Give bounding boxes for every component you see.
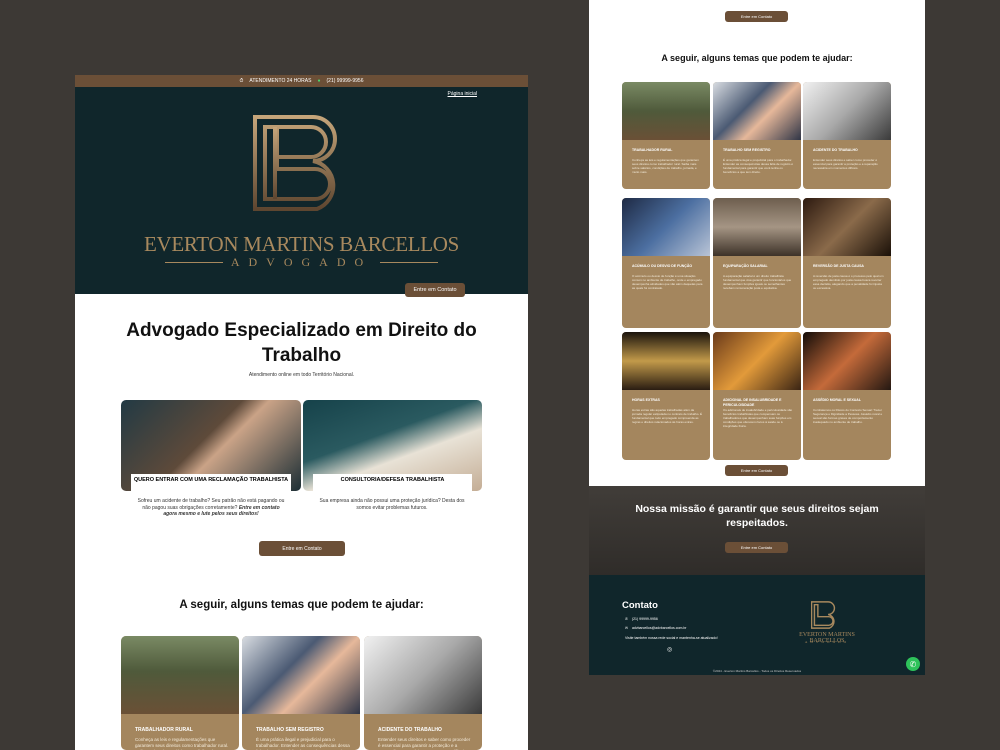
topic-image [713,332,801,390]
mission-banner: Nossa missão é garantir que seus direito… [589,486,925,576]
topic-title: TRABALHO SEM REGISTRO [256,727,324,733]
topic-card[interactable]: ADICIONAL DE INSALUBRIDADE E PERICULOSID… [713,332,801,460]
hours-text: ATENDIMENTO 24 HORAS [249,78,312,84]
topic-title: HORAS EXTRAS [632,398,660,402]
topic-card[interactable]: ASSÉDIO MORAL E SEXUAL Combatemos os Risc… [803,332,891,460]
topic-title: TRABALHO SEM REGISTRO [723,148,771,152]
topic-card[interactable]: TRABALHADOR RURAL Conheça as leis e regu… [121,636,239,750]
nav-home-link[interactable]: Página inicial [448,91,477,97]
hero-contact-button[interactable]: Entre em Contato [405,283,465,297]
topic-text: Os adicionais de insalubridade e pericul… [723,408,793,428]
topic-card[interactable]: REVERSÃO DE JUSTA CAUSA A reversão de jus… [803,198,891,328]
topic-title: REVERSÃO DE JUSTA CAUSA [813,264,864,268]
topics-heading: A seguir, alguns temas que podem te ajud… [661,53,853,63]
stethoscope-image [364,636,482,714]
office-image [242,636,360,714]
topic-card[interactable]: ACÚMULO OU DESVIO DE FUNÇÃO O acúmulo ou … [622,198,710,328]
mission-text: Nossa missão é garantir que seus direito… [635,503,879,529]
top-info-bar: ⏱ ATENDIMENTO 24 HORAS ● (21) 99999-9956 [75,75,528,87]
topic-title: ACIDENTE DO TRABALHO [813,148,858,152]
social-note: Visite também nossa rede social e manten… [625,636,718,640]
topic-image [803,198,891,256]
topic-text: A equiparação salarial é um direito trab… [723,274,792,290]
contact-button[interactable]: Entre em Contato [725,465,788,476]
brand-role: ADVOGADO [230,255,373,269]
topic-card[interactable]: ACIDENTE DO TRABALHO Entender seus direi… [364,636,482,750]
footer-role: ADVOGADO [804,640,850,644]
instagram-icon[interactable]: ◎ [667,646,672,653]
topic-text: Conheça as leis e regulamentações que ga… [632,158,700,174]
topic-text: Entender seus direitos e saber como proc… [813,158,878,170]
contact-title: Contato [622,600,658,611]
topic-card[interactable]: ACIDENTE DO TRABALHO Entender seus direit… [803,82,891,189]
topic-image [713,198,801,256]
hero-banner: Página inicial EVERTON MARTINS BARCELLOS… [75,87,528,297]
topic-text: O acúmulo ou desvio de função é uma situ… [632,274,703,290]
topic-text: É uma prática ilegal e prejudicial para … [256,737,350,750]
logo-b-icon [253,115,337,211]
clock-icon: ⏱ [239,78,244,84]
landing-page-bottom: Entre em Contato A seguir, alguns temas … [589,0,925,675]
divider [380,262,439,263]
contact-email[interactable]: ✉ advbarcellos@advbarcellos.com.br [625,626,686,630]
topic-title: ASSÉDIO MORAL E SEXUAL [813,398,861,402]
service-label: CONSULTORIA/DEFESA TRABALHISTA [313,474,472,491]
service-description: Sua empresa ainda não possui uma proteçã… [319,498,465,511]
copyright: ©2024 - Everton Martins Barcellos - Todo… [712,669,802,673]
landing-page-top: ⏱ ATENDIMENTO 24 HORAS ● (21) 99999-9956… [75,75,528,750]
divider [165,262,223,263]
service-label: QUERO ENTRAR COM UMA RECLAMAÇÃO TRABALHI… [131,474,291,491]
brand-name: EVERTON MARTINS BARCELLOS [143,232,460,256]
topic-text: Conheça as leis e regulamentações que ga… [135,737,229,750]
contact-phone[interactable]: ✆ (21) 99999-9956 [625,617,658,621]
topic-title: ACIDENTE DO TRABALHO [378,727,442,733]
topic-title: EQUIPARAÇÃO SALARIAL [723,264,768,268]
farm-image [121,636,239,714]
topic-card[interactable]: TRABALHO SEM REGISTRO É uma prática ilega… [713,82,801,189]
topic-image [803,332,891,390]
service-description: Sofreu um acidente de trabalho? Seu patr… [137,498,285,517]
topic-card[interactable]: TRABALHADOR RURAL Conheça as leis e regul… [622,82,710,189]
topic-text: É uma prática ilegal e prejudicial para … [723,158,793,174]
topic-text: Combatemos os Riscos do Contexto Sexual:… [813,408,883,424]
topic-image [713,82,801,140]
topic-text: A reversão de justa causa é o processo p… [813,274,884,290]
whatsapp-icon: ● [317,78,321,84]
topic-card[interactable]: EQUIPARAÇÃO SALARIAL A equiparação salari… [713,198,801,328]
topic-title: ACÚMULO OU DESVIO DE FUNÇÃO [632,264,693,268]
whatsapp-icon: ✆ [625,617,628,621]
topic-title: ADICIONAL DE INSALUBRIDADE E PERICULOSID… [723,398,782,407]
topic-image [622,198,710,256]
topic-title: TRABALHADOR RURAL [632,148,673,152]
topic-image [803,82,891,140]
mission-contact-button[interactable]: Entre em Contato [725,542,788,553]
phone-text[interactable]: (21) 99999-9956 [327,78,364,84]
page-title: Advogado Especializado em Direito do Tra… [126,320,477,366]
contact-button[interactable]: Entre em Contato [725,11,788,22]
whatsapp-float-button[interactable]: ✆ [906,657,920,671]
topic-text: Entender seus direitos e saber como proc… [378,737,471,750]
mail-icon: ✉ [625,626,628,630]
contact-footer: Contato ✆ (21) 99999-9956 ✉ advbarcellos@a… [589,575,925,675]
page-subtitle: Atendimento online em todo Território Na… [248,372,355,378]
service-card-claim[interactable]: QUERO ENTRAR COM UMA RECLAMAÇÃO TRABALHI… [121,400,301,491]
topics-heading: A seguir, alguns temas que podem te ajud… [179,599,424,611]
topic-text: Horas extras são aquelas trabalhadas alé… [632,408,703,424]
topic-card[interactable]: HORAS EXTRAS Horas extras são aquelas tra… [622,332,710,460]
topic-image [622,82,710,140]
contact-button[interactable]: Entre em Contato [259,541,345,556]
footer-logo-icon [811,601,836,629]
topic-image [622,332,710,390]
brand-role-row: ADVOGADO [165,255,439,270]
topic-title: TRABALHADOR RURAL [135,727,193,733]
service-card-consulting[interactable]: CONSULTORIA/DEFESA TRABALHISTA [303,400,482,491]
topic-card[interactable]: TRABALHO SEM REGISTRO É uma prática ileg… [242,636,360,750]
